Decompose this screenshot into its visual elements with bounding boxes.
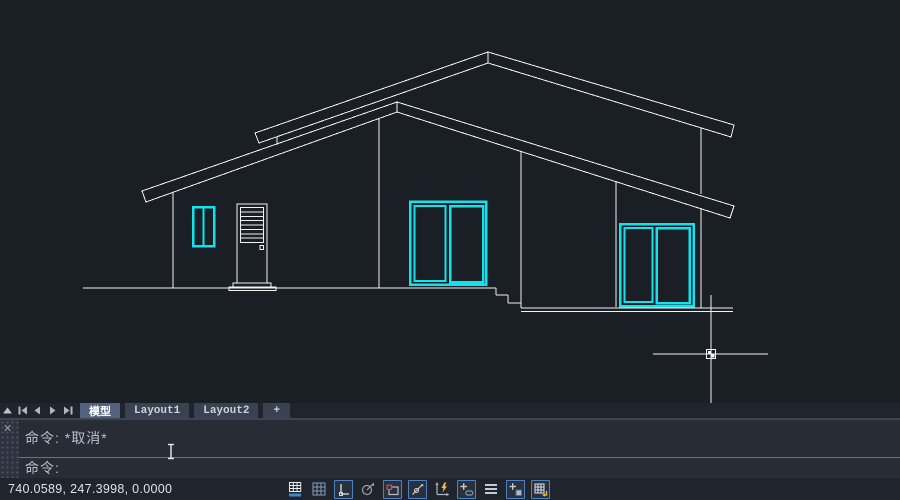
door-step-top (233, 283, 271, 287)
command-prompt-line[interactable]: 命令: (19, 458, 900, 478)
up-triangle-icon (2, 405, 13, 416)
object-snap-button[interactable] (383, 480, 402, 499)
object-snap-tracking-button[interactable] (408, 480, 427, 499)
grid-display-button[interactable] (310, 480, 328, 498)
tab-model[interactable]: 模型 (80, 403, 120, 418)
grid-display-icon (311, 481, 327, 497)
tab-nav-last-icon[interactable] (60, 403, 75, 418)
object-snap-icon (385, 482, 400, 497)
prev-tab-icon (32, 405, 43, 416)
command-history-line: 命令: *取消* (19, 420, 900, 456)
workspace-switching-icon (533, 482, 548, 497)
door-frame (237, 204, 267, 283)
door-handle (260, 246, 264, 250)
roof-lower-left-beam (142, 102, 397, 202)
cad-application-window: 模型 Layout1 Layout2 + ✕ 命令: *取消* 命令: 740.… (0, 0, 900, 500)
window-mid-right-sash (450, 206, 483, 282)
layout-tab-bar: 模型 Layout1 Layout2 + (0, 403, 900, 418)
coordinate-readout[interactable]: 740.0589, 247.3998, 0.0000 (8, 482, 172, 496)
dynamic-input-icon (434, 481, 450, 497)
tab-nav-prev-icon[interactable] (30, 403, 45, 418)
tab-nav-first-icon[interactable] (15, 403, 30, 418)
command-line-panel: ✕ 命令: *取消* 命令: (0, 418, 900, 478)
window-right-left-sash (625, 228, 653, 302)
pickbox-dot (712, 355, 715, 358)
window-mid-left-sash (415, 206, 446, 281)
polar-tracking-button[interactable] (359, 480, 377, 498)
lineweight-display-button[interactable] (457, 480, 476, 499)
dynamic-input-button[interactable] (433, 480, 451, 498)
status-toggle-icons (286, 479, 550, 499)
workspace-switching-button[interactable] (531, 480, 550, 499)
close-icon[interactable]: ✕ (3, 424, 12, 435)
window-mid (410, 202, 486, 285)
lineweight-display-icon (459, 482, 474, 497)
tab-add-layout[interactable]: + (263, 403, 290, 418)
tab-nav-next-icon[interactable] (45, 403, 60, 418)
first-tab-icon (17, 405, 29, 416)
menu-button[interactable] (482, 480, 500, 498)
menu-icon (483, 481, 499, 497)
command-panel-grip[interactable]: ✕ (0, 420, 19, 478)
ortho-mode-button[interactable] (334, 480, 353, 499)
quick-properties-button[interactable] (506, 480, 525, 499)
roof-upper-right-beam (488, 52, 734, 137)
snap-grid-icon (287, 481, 303, 498)
object-snap-tracking-icon (410, 482, 425, 497)
quick-properties-icon (508, 482, 523, 497)
tab-menu-up-icon[interactable] (0, 403, 15, 418)
elevation-svg[interactable] (0, 0, 900, 403)
text-cursor-ibeam (164, 443, 178, 460)
tab-layout2[interactable]: Layout2 (194, 403, 258, 418)
polar-tracking-icon (360, 481, 376, 497)
status-bar: 740.0589, 247.3998, 0.0000 (0, 478, 900, 500)
snap-grid-button[interactable] (286, 480, 304, 498)
next-tab-icon (47, 405, 58, 416)
drawing-canvas[interactable] (0, 0, 900, 403)
tab-layout1[interactable]: Layout1 (125, 403, 189, 418)
last-tab-icon (62, 405, 74, 416)
window-right-right-sash (657, 228, 690, 303)
ortho-mode-icon (336, 482, 351, 497)
